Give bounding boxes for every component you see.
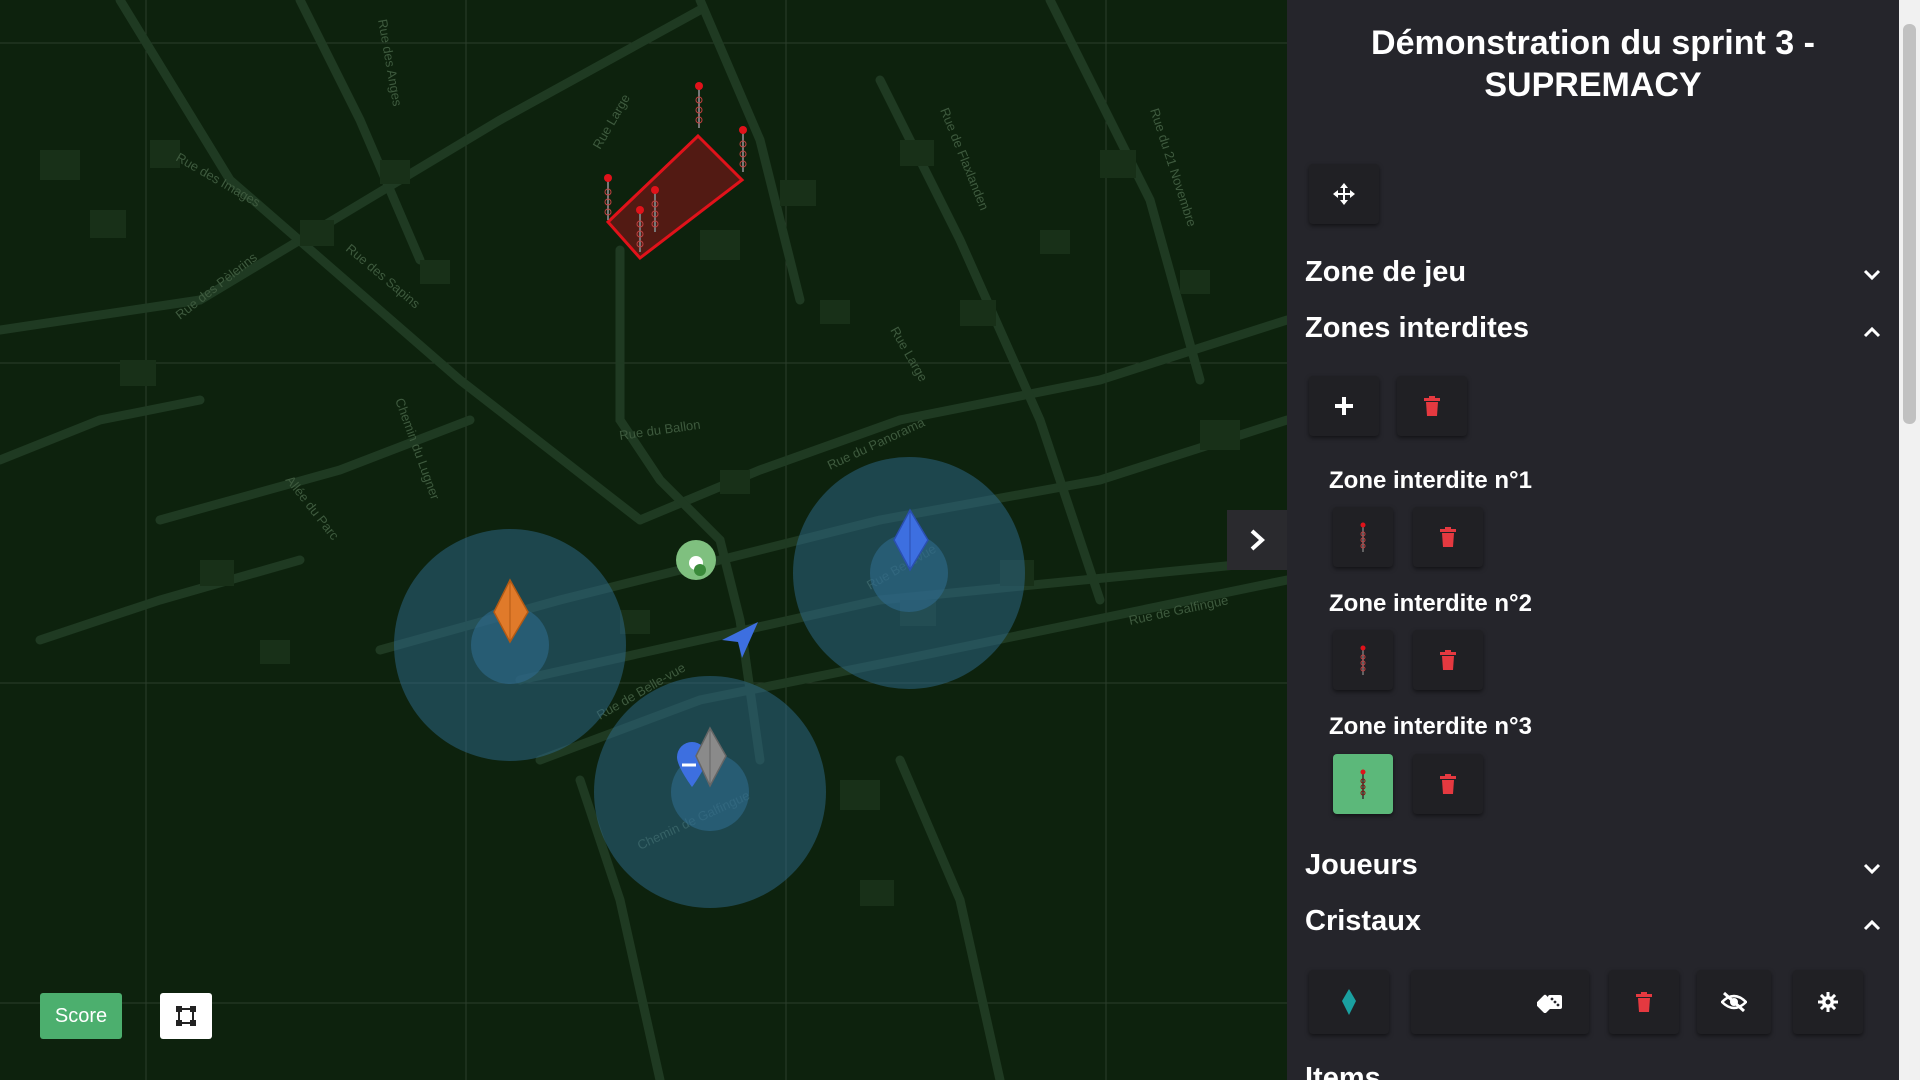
antenna-marker[interactable] [604,174,612,220]
crystal-gray[interactable] [594,676,826,908]
side-panel: Démonstration du sprint 3 - SUPREMACY Zo… [1287,0,1899,1080]
eye-slash-icon [1721,992,1747,1012]
trash-icon [1636,992,1652,1012]
section-items[interactable]: Items [1305,1062,1381,1080]
random-crystals-button[interactable] [1411,970,1589,1034]
antenna-icon [1360,645,1366,675]
delete-crystals-button[interactable] [1609,970,1679,1034]
delete-zone-button[interactable] [1413,630,1483,690]
antenna-icon [1360,522,1366,552]
zone-title: Zone interdite n°3 [1329,713,1532,740]
street-label: Rue des Anges [375,18,405,108]
antenna-marker[interactable] [695,82,703,128]
add-zone-button[interactable] [1309,376,1379,436]
fit-bounds-button[interactable] [160,993,212,1039]
dice-icon [1537,994,1562,1013]
trash-icon [1440,527,1456,547]
street-label: Rue Large [887,324,930,384]
score-button[interactable]: Score [40,993,122,1039]
crystal-orange[interactable] [394,529,626,761]
plus-icon [1335,397,1353,415]
crystal-settings-button[interactable] [1793,970,1863,1034]
crystal-blue[interactable] [793,457,1025,689]
scrollbar-thumb[interactable] [1903,24,1916,424]
section-zones-interdites[interactable]: Zones interdites [1305,312,1529,345]
delete-all-zones-button[interactable] [1397,376,1467,436]
crystal-icon [1342,989,1356,1015]
section-joueurs[interactable]: Joueurs [1305,849,1418,882]
base-marker[interactable] [676,540,716,580]
delete-zone-button[interactable] [1413,754,1483,814]
chevron-down-icon[interactable] [1862,265,1882,285]
zone-antenna-button[interactable] [1333,630,1393,690]
zone-antenna-button[interactable] [1333,507,1393,567]
hide-crystals-button[interactable] [1697,970,1771,1034]
chevron-down-icon[interactable] [1862,859,1882,879]
arrows-move-icon [1333,183,1355,205]
street-label: Rue du Ballon [618,417,701,443]
section-cristaux[interactable]: Cristaux [1305,905,1421,938]
chevron-up-icon[interactable] [1862,915,1882,935]
vector-square-icon [176,1006,196,1026]
street-label: Rue des Sapins [343,241,423,312]
add-crystal-button[interactable] [1309,970,1389,1034]
collapse-panel-button[interactable] [1227,510,1287,570]
antenna-marker[interactable] [739,126,747,172]
delete-zone-button[interactable] [1413,507,1483,567]
zone-title: Zone interdite n°1 [1329,467,1532,494]
antenna-icon [1360,769,1366,799]
street-label: Allée du Parc [283,473,343,544]
trash-icon [1424,396,1440,416]
game-map[interactable]: Rue des Pèlerins Rue des Sapins Rue des … [0,0,1287,1080]
scrollbar[interactable] [1899,0,1920,1080]
chevron-right-icon [1250,529,1265,551]
section-zone-de-jeu[interactable]: Zone de jeu [1305,256,1466,289]
gear-icon [1818,992,1838,1012]
trash-icon [1440,774,1456,794]
chevron-up-icon[interactable] [1862,322,1882,342]
street-label: Rue des Pèlerins [173,249,261,322]
trash-icon [1440,650,1456,670]
zone-title: Zone interdite n°2 [1329,590,1532,617]
street-label: Rue de Galfingue [1128,592,1230,628]
move-map-button[interactable] [1309,164,1379,224]
street-label: Rue de Flaxlanden [937,106,992,213]
zone-antenna-button-active[interactable] [1333,754,1393,814]
panel-title: Démonstration du sprint 3 - SUPREMACY [1371,24,1815,104]
street-label: Rue Large [590,91,633,151]
